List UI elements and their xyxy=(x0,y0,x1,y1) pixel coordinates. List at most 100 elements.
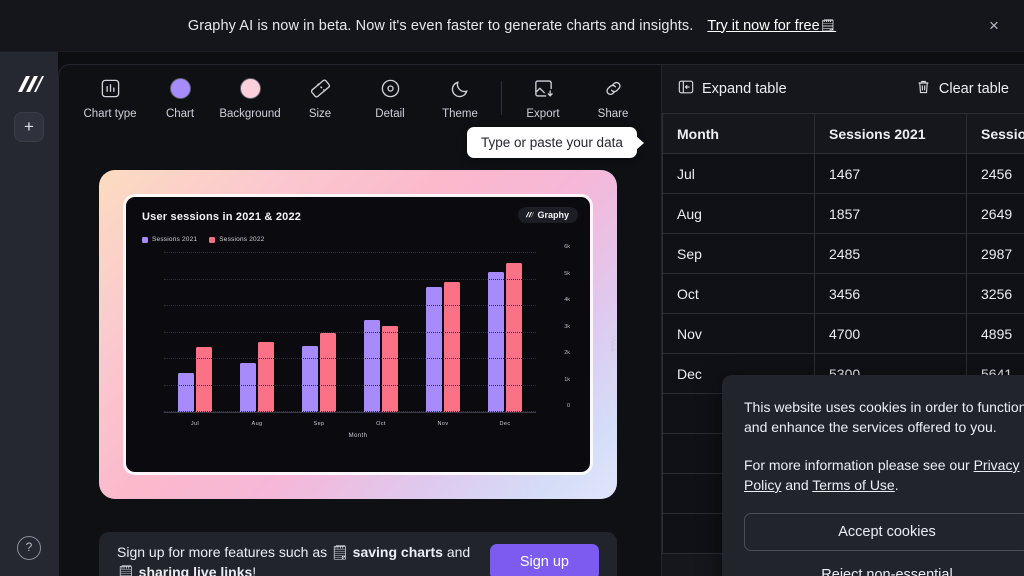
table-cell[interactable]: Oct xyxy=(663,274,815,314)
clear-table-button[interactable]: Clear table xyxy=(916,79,1009,99)
tool-label: Export xyxy=(526,108,559,120)
table-cell[interactable]: Sep xyxy=(663,234,815,274)
link-icon xyxy=(603,77,624,101)
table-cell[interactable]: 1857 xyxy=(815,194,967,234)
expand-table-button[interactable]: Expand table xyxy=(678,79,787,99)
bar[interactable] xyxy=(302,346,318,412)
gridline xyxy=(164,332,536,333)
table-cell[interactable]: Jul xyxy=(663,154,815,194)
bar[interactable] xyxy=(178,373,194,412)
moon-icon xyxy=(450,77,471,101)
promo-banner: Graphy AI is now in beta. Now it's even … xyxy=(0,0,1024,52)
y-axis-tick: 1k xyxy=(564,377,570,383)
legend-label: Sessions 2021 xyxy=(152,236,197,243)
bar-group-container xyxy=(164,253,536,412)
y-axis-tick: 4k xyxy=(564,297,570,303)
column-header-month[interactable]: Month xyxy=(663,114,815,154)
tool-export[interactable]: Export xyxy=(508,77,578,120)
y-axis-tick: 5k xyxy=(564,271,570,277)
y-axis-label: Value xyxy=(609,336,615,352)
gridline xyxy=(164,358,536,359)
reject-non-essential-button[interactable]: Reject non-essential xyxy=(744,559,1024,576)
column-header-sessions-2022[interactable]: Sessions 2022 xyxy=(967,114,1024,154)
chart-legend: Sessions 2021 Sessions 2022 xyxy=(142,236,574,243)
bar[interactable] xyxy=(488,272,504,412)
x-axis-tick: Oct xyxy=(363,421,399,427)
bar[interactable] xyxy=(382,326,398,412)
tool-label: Background xyxy=(219,108,280,120)
bar[interactable] xyxy=(196,347,212,412)
chart-card: User sessions in 2021 & 2022 Graphy Sess… xyxy=(126,197,590,472)
bar[interactable] xyxy=(320,333,336,412)
help-icon[interactable]: ? xyxy=(17,536,41,560)
pink-swatch-icon xyxy=(240,77,261,101)
promo-text: Graphy AI is now in beta. Now it's even … xyxy=(188,18,694,34)
add-button[interactable]: + xyxy=(14,112,44,142)
table-cell[interactable]: 1467 xyxy=(815,154,967,194)
x-axis-tick: Nov xyxy=(425,421,461,427)
tool-label: Size xyxy=(309,108,331,120)
tool-chart[interactable]: Chart xyxy=(145,77,215,120)
cookie-text-part: For more information please see our xyxy=(744,457,974,473)
table-toolbar: Expand table Clear table xyxy=(662,65,1024,113)
cookie-paragraph-1: This website uses cookies in order to fu… xyxy=(744,397,1024,437)
tool-background[interactable]: Background xyxy=(215,77,285,120)
graphy-logo[interactable] xyxy=(14,74,44,96)
y-axis-tick: 2k xyxy=(564,350,570,356)
legend-swatch-icon xyxy=(142,237,148,243)
try-it-now-link[interactable]: Try it now for free🗒 xyxy=(707,18,836,34)
signup-text-part: Sign up for more features such as xyxy=(117,544,331,560)
table-cell[interactable]: Aug xyxy=(663,194,815,234)
bar[interactable] xyxy=(444,282,460,412)
x-axis-tick: Aug xyxy=(239,421,275,427)
table-cell[interactable]: 3256 xyxy=(967,274,1024,314)
table-cell[interactable]: 2456 xyxy=(967,154,1024,194)
tool-theme[interactable]: Theme xyxy=(425,77,495,120)
left-rail: + ? xyxy=(0,52,58,576)
table-cell[interactable]: 4895 xyxy=(967,314,1024,354)
bar[interactable] xyxy=(240,363,256,412)
target-icon xyxy=(380,77,401,101)
tool-detail[interactable]: Detail xyxy=(355,77,425,120)
chart-plot-area: 01k2k3k4k5k6k Value JulAugSepOctNovDec M… xyxy=(142,253,574,435)
cookie-text-part: and xyxy=(781,477,812,493)
paste-data-tooltip: Type or paste your data xyxy=(467,127,637,158)
signup-text-bold: sharing live links xyxy=(135,564,253,576)
chart-title: User sessions in 2021 & 2022 xyxy=(142,211,574,223)
close-icon[interactable]: × xyxy=(984,16,1004,36)
x-axis-ticks: JulAugSepOctNovDec xyxy=(164,421,536,427)
bar[interactable] xyxy=(506,263,522,412)
tool-size[interactable]: Size xyxy=(285,77,355,120)
editor-toolbar: Chart type Chart Background xyxy=(59,65,657,131)
bar[interactable] xyxy=(364,320,380,412)
table-row: Aug18572649 xyxy=(663,194,1024,234)
tool-share[interactable]: Share xyxy=(578,77,648,120)
table-cell[interactable]: 4700 xyxy=(815,314,967,354)
bar[interactable] xyxy=(426,287,442,412)
graphy-badge-label: Graphy xyxy=(537,210,569,220)
signup-text-part: ! xyxy=(252,564,256,576)
tool-label: Detail xyxy=(375,108,404,120)
clear-table-label: Clear table xyxy=(939,81,1009,97)
table-cell[interactable]: 2485 xyxy=(815,234,967,274)
sign-up-button[interactable]: Sign up xyxy=(490,544,599,576)
gridline xyxy=(164,305,536,306)
table-cell[interactable]: 3456 xyxy=(815,274,967,314)
legend-swatch-icon xyxy=(209,237,215,243)
gridline xyxy=(164,252,536,253)
tool-label: Share xyxy=(598,108,629,120)
table-cell[interactable]: 2649 xyxy=(967,194,1024,234)
table-cell[interactable]: 2987 xyxy=(967,234,1024,274)
tool-label: Theme xyxy=(442,108,478,120)
bar-chart-icon xyxy=(100,77,121,101)
column-header-sessions-2021[interactable]: Sessions 2021 xyxy=(815,114,967,154)
table-row: Jul14672456 xyxy=(663,154,1024,194)
toolbar-divider xyxy=(501,81,502,115)
table-cell[interactable]: Nov xyxy=(663,314,815,354)
bar-group xyxy=(488,253,522,412)
terms-of-use-link[interactable]: Terms of Use xyxy=(812,477,894,493)
chart-preview-frame[interactable]: User sessions in 2021 & 2022 Graphy Sess… xyxy=(99,170,617,499)
bar[interactable] xyxy=(258,342,274,412)
tool-chart-type[interactable]: Chart type xyxy=(75,77,145,120)
accept-cookies-button[interactable]: Accept cookies xyxy=(744,513,1024,551)
